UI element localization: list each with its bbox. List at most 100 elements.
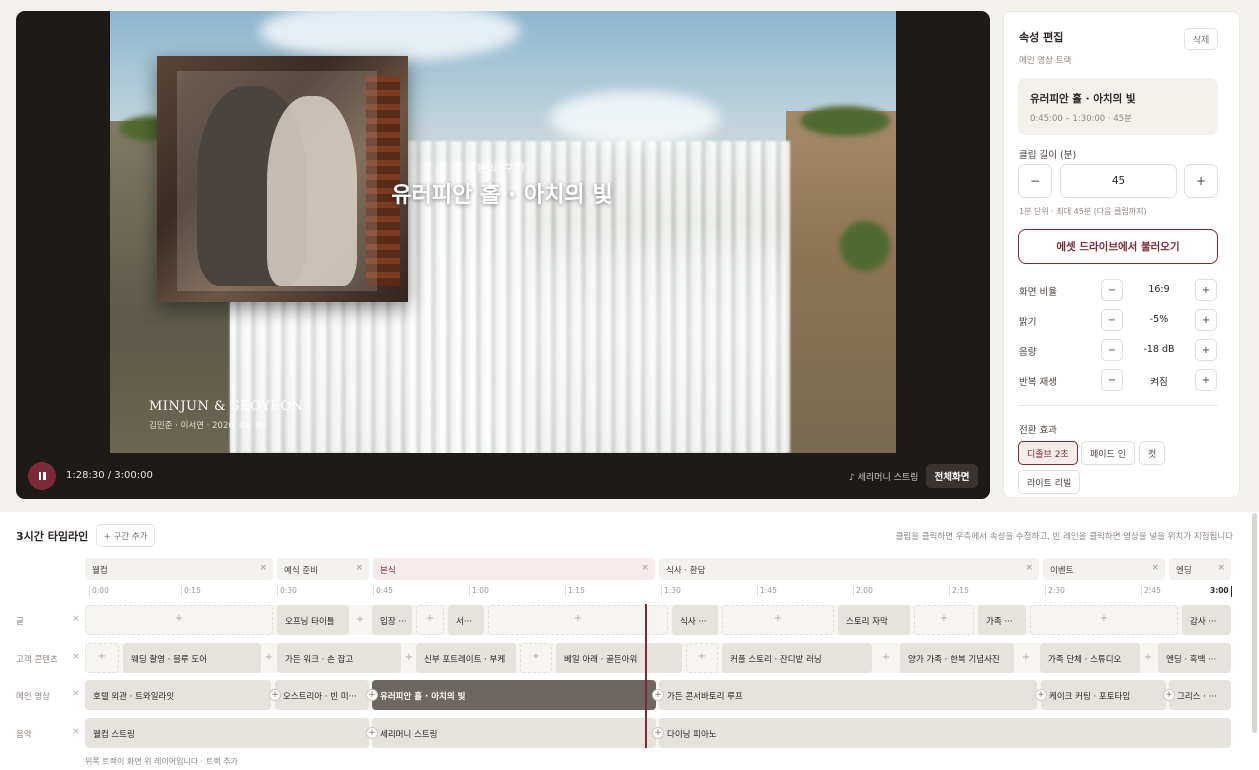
brightness-increase-button[interactable]: + (1195, 309, 1217, 331)
main-clip[interactable]: 호텔 외관 · 트와일라잇 (85, 680, 271, 710)
main-clip[interactable]: 가든 콘서바토리 루프 (659, 680, 1037, 710)
close-icon[interactable]: × (1151, 563, 1159, 573)
text-clip[interactable]: 스토리 자막 (838, 605, 910, 635)
close-icon[interactable]: × (1217, 563, 1225, 573)
customer-clip[interactable]: 신부 포트레이트 · 부케 (416, 643, 516, 673)
clip-length-input[interactable]: 45 (1060, 164, 1177, 198)
delete-button[interactable]: 삭제 (1184, 28, 1218, 50)
transition-light-reveal[interactable]: 라이트 리빌 (1018, 470, 1081, 494)
length-decrease-button[interactable]: − (1018, 164, 1052, 198)
empty-slot[interactable]: + (85, 643, 119, 673)
asset-drive-button[interactable]: 에셋 드라이브에서 불러오기 (1018, 229, 1218, 264)
customer-clip[interactable]: 웨딩 촬영 · 블루 도어 (123, 643, 261, 673)
close-icon[interactable]: × (259, 563, 267, 573)
music-clip[interactable]: 웰컴 스트링 (85, 718, 369, 748)
section-welcome[interactable]: 웰컴 × (85, 558, 273, 580)
transition-add-icon[interactable]: + (269, 689, 281, 701)
add-icon[interactable]: + (403, 643, 415, 673)
transition-dissolve[interactable]: 디졸브 2초 (1018, 441, 1078, 465)
time-tick: 2:30 (1045, 586, 1065, 597)
loop-increase-button[interactable]: + (1195, 369, 1217, 391)
volume-increase-button[interactable]: + (1195, 339, 1217, 361)
empty-slot[interactable]: + (686, 643, 718, 673)
time-tick: 1:00 (469, 586, 489, 597)
prop-brightness: 밝기 − -5% + (1018, 308, 1218, 332)
text-clip[interactable]: 입장 ··· (372, 605, 412, 635)
aspect-decrease-button[interactable]: − (1101, 279, 1123, 301)
music-clip[interactable]: 세리머니 스트링 (372, 718, 656, 748)
video-preview[interactable]: 본식 구간 유러피안 홀 · 아치의 빛 MINJUN & SEOYEON 김민… (16, 11, 990, 499)
time-tick: 0:45 (373, 586, 393, 597)
clip-name: 유러피안 홀 · 아치의 빛 (1030, 93, 1136, 105)
transition-add-icon[interactable]: + (1163, 689, 1175, 701)
time-tick: 2:45 (1141, 586, 1161, 597)
customer-clip[interactable]: 가족 단체 · 스튜디오 (1040, 643, 1140, 673)
close-icon[interactable]: × (72, 652, 80, 662)
transition-add-icon[interactable]: + (1035, 689, 1047, 701)
customer-clip[interactable]: 엔딩 · 흑백 ··· (1158, 643, 1231, 673)
fullscreen-button[interactable]: 전체화면 (926, 464, 978, 488)
add-icon[interactable]: + (1142, 643, 1154, 673)
main-clip-selected[interactable]: 유러피안 홀 · 아치의 빛 (372, 680, 656, 710)
add-icon[interactable]: + (1020, 643, 1032, 673)
pause-button[interactable] (28, 462, 56, 490)
playhead[interactable] (645, 604, 647, 748)
section-event[interactable]: 이벤트 × (1043, 558, 1165, 580)
transition-cut[interactable]: 컷 (1139, 441, 1166, 465)
empty-slot[interactable]: + (1030, 605, 1178, 635)
main-clip[interactable]: 오스트리아 · 빈 미··· (275, 680, 369, 710)
timeline-scrollbar[interactable] (1252, 513, 1257, 733)
empty-slot[interactable]: + (488, 605, 668, 635)
loop-decrease-button[interactable]: − (1101, 369, 1123, 391)
text-clip[interactable]: 가족 ··· (978, 605, 1026, 635)
empty-slot[interactable]: + (520, 643, 552, 673)
customer-clip[interactable]: 양가 가족 · 한복 기념사진 (900, 643, 1014, 673)
transition-add-icon[interactable]: + (366, 727, 378, 739)
volume-decrease-button[interactable]: − (1101, 339, 1123, 361)
main-clip[interactable]: 케이크 커팅 · 포토타임 (1041, 680, 1166, 710)
transition-add-icon[interactable]: + (652, 727, 664, 739)
prop-value: 켜짐 (1150, 377, 1168, 388)
empty-slot[interactable]: + (722, 605, 834, 635)
text-clip[interactable]: 감사 ··· (1182, 605, 1231, 635)
close-icon[interactable]: × (72, 689, 80, 699)
timeline-footer[interactable]: 위쪽 트랙이 화면 위 레이어입니다 · 트랙 추가 (85, 756, 238, 767)
time-tick: 2:00 (853, 586, 873, 597)
text-clip[interactable]: 서··· (448, 605, 484, 635)
music-clip[interactable]: 다이닝 피아노 (659, 718, 1231, 748)
brightness-decrease-button[interactable]: − (1101, 309, 1123, 331)
transition-add-icon[interactable]: + (366, 689, 378, 701)
prop-value: 16:9 (1148, 284, 1170, 295)
close-icon[interactable]: × (641, 563, 649, 573)
empty-slot[interactable]: + (914, 605, 974, 635)
section-ceremony[interactable]: 본식 × (373, 558, 655, 580)
section-dining[interactable]: 식사 · 환담 × (659, 558, 1039, 580)
section-preparation[interactable]: 예식 준비 × (277, 558, 369, 580)
section-ending[interactable]: 엔딩 × (1169, 558, 1231, 580)
transition-add-icon[interactable]: + (652, 689, 664, 701)
length-increase-button[interactable]: + (1184, 164, 1218, 198)
close-icon[interactable]: × (72, 614, 80, 624)
text-clip[interactable]: 오프닝 타이틀 (277, 605, 349, 635)
time-tick: 0:30 (277, 586, 297, 597)
empty-slot[interactable]: + (85, 605, 273, 635)
close-icon[interactable]: × (355, 563, 363, 573)
add-icon[interactable]: + (263, 643, 275, 673)
aspect-increase-button[interactable]: + (1195, 279, 1217, 301)
add-icon[interactable]: + (354, 605, 366, 635)
add-icon[interactable]: + (880, 643, 892, 673)
add-section-button[interactable]: + 구간 추가 (96, 524, 155, 547)
player-controls (16, 453, 990, 499)
transition-fade-in[interactable]: 페이드 인 (1081, 441, 1135, 465)
close-icon[interactable]: × (72, 727, 80, 737)
close-icon[interactable]: × (1025, 563, 1033, 573)
text-clip[interactable]: 식사 ··· (672, 605, 718, 635)
customer-clip[interactable]: 베일 아래 · 골든아워 (556, 643, 682, 673)
time-tick: 1:30 (661, 586, 681, 597)
prop-label: 화면 비율 (1019, 287, 1057, 298)
timeline-hint: 클립을 클릭하면 우측에서 속성을 수정하고, 빈 레인을 클릭하면 영상을 넣… (895, 532, 1233, 542)
customer-clip[interactable]: 커플 스토리 · 잔디밭 러닝 (722, 643, 872, 673)
customer-clip[interactable]: 가든 워크 · 손 잡고 (277, 643, 401, 673)
empty-slot[interactable]: + (416, 605, 444, 635)
main-clip[interactable]: 그리스 · ··· (1169, 680, 1231, 710)
